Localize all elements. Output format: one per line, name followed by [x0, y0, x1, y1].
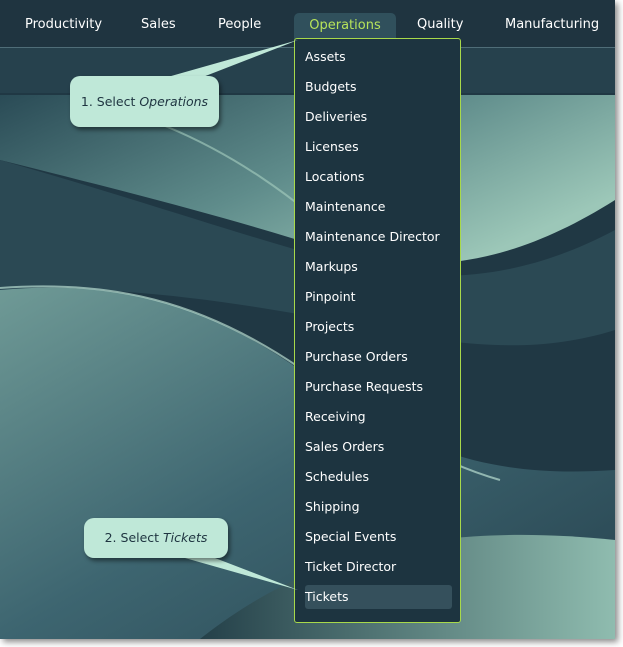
menu-item-purchase-requests[interactable]: Purchase Requests: [305, 375, 452, 399]
menu-item-licenses[interactable]: Licenses: [305, 135, 452, 159]
menu-item-locations[interactable]: Locations: [305, 165, 452, 189]
callout-step-1: 1. Select Operations: [70, 76, 219, 127]
menu-item-special-events[interactable]: Special Events: [305, 525, 452, 549]
callout-1-emphasis: Operations: [139, 94, 209, 109]
nav-quality[interactable]: Quality: [417, 14, 463, 36]
menu-item-projects[interactable]: Projects: [305, 315, 452, 339]
menu-item-markups[interactable]: Markups: [305, 255, 452, 279]
menu-item-assets[interactable]: Assets: [305, 45, 452, 69]
nav-manufacturing[interactable]: Manufacturing: [505, 14, 599, 36]
menu-item-receiving[interactable]: Receiving: [305, 405, 452, 429]
menu-item-purchase-orders[interactable]: Purchase Orders: [305, 345, 452, 369]
menu-item-budgets[interactable]: Budgets: [305, 75, 452, 99]
menu-item-tickets[interactable]: Tickets: [305, 585, 452, 609]
menu-item-maintenance[interactable]: Maintenance: [305, 195, 452, 219]
callout-2-prefix: 2. Select: [104, 530, 164, 545]
menu-item-sales-orders[interactable]: Sales Orders: [305, 435, 452, 459]
menu-item-shipping[interactable]: Shipping: [305, 495, 452, 519]
operations-dropdown-menu: Assets Budgets Deliveries Licenses Locat…: [294, 38, 461, 623]
callout-1-prefix: 1. Select: [80, 94, 140, 109]
menu-item-maintenance-director[interactable]: Maintenance Director: [305, 225, 452, 249]
nav-people[interactable]: People: [218, 14, 261, 36]
menu-item-ticket-director[interactable]: Ticket Director: [305, 555, 452, 579]
nav-sales[interactable]: Sales: [141, 14, 176, 36]
menu-item-schedules[interactable]: Schedules: [305, 465, 452, 489]
nav-productivity[interactable]: Productivity: [25, 14, 102, 36]
callout-step-2: 2. Select Tickets: [84, 518, 228, 558]
menu-item-deliveries[interactable]: Deliveries: [305, 105, 452, 129]
callout-2-emphasis: Tickets: [163, 530, 208, 545]
menu-item-pinpoint[interactable]: Pinpoint: [305, 285, 452, 309]
